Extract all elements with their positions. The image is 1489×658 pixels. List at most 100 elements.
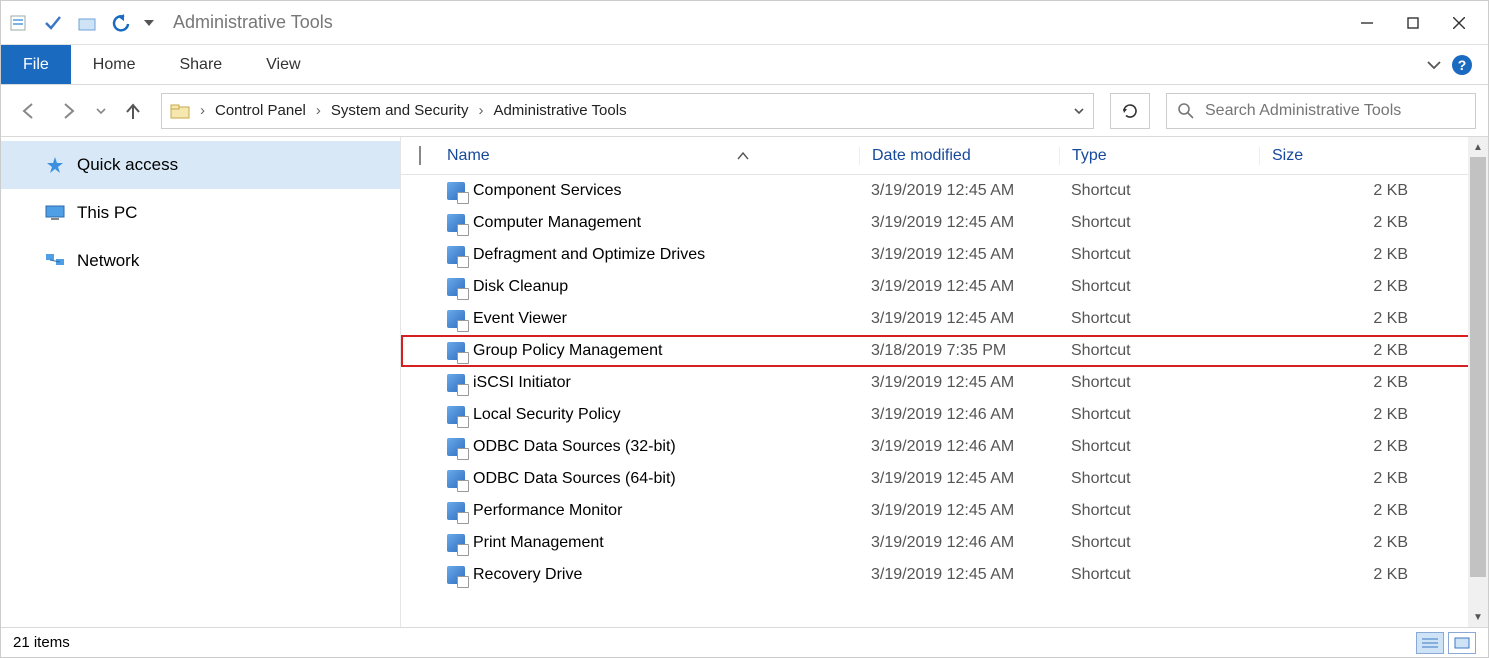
undo-icon[interactable] (109, 11, 133, 35)
checkmark-icon[interactable] (41, 11, 65, 35)
file-name: ODBC Data Sources (32-bit) (473, 438, 859, 456)
file-row[interactable]: Group Policy Management3/18/2019 7:35 PM… (401, 335, 1488, 367)
file-date: 3/19/2019 12:46 AM (859, 406, 1059, 424)
shortcut-icon (447, 566, 473, 584)
select-all-checkbox[interactable] (419, 146, 421, 165)
shortcut-icon (447, 470, 473, 488)
file-name: Computer Management (473, 214, 859, 232)
file-size: 2 KB (1259, 374, 1488, 392)
column-name-label: Name (447, 147, 490, 165)
column-type[interactable]: Type (1059, 147, 1259, 165)
breadcrumb[interactable]: › Control Panel › System and Security › … (161, 93, 1094, 129)
file-row[interactable]: Disk Cleanup3/19/2019 12:45 AMShortcut2 … (401, 271, 1488, 303)
file-date: 3/19/2019 12:46 AM (859, 534, 1059, 552)
file-name: Performance Monitor (473, 502, 859, 520)
file-size: 2 KB (1259, 502, 1488, 520)
file-row[interactable]: ODBC Data Sources (64-bit)3/19/2019 12:4… (401, 463, 1488, 495)
chevron-down-icon[interactable] (1073, 105, 1085, 117)
file-name: Defragment and Optimize Drives (473, 246, 859, 264)
file-row[interactable]: Computer Management3/19/2019 12:45 AMSho… (401, 207, 1488, 239)
details-view-icon[interactable] (1416, 632, 1444, 654)
file-date: 3/18/2019 7:35 PM (859, 342, 1059, 360)
qat-dropdown-icon[interactable] (143, 11, 155, 35)
file-row[interactable]: Recovery Drive3/19/2019 12:45 AMShortcut… (401, 559, 1488, 591)
help-icon[interactable]: ? (1452, 55, 1472, 75)
scroll-thumb[interactable] (1470, 157, 1486, 577)
file-row[interactable]: iSCSI Initiator3/19/2019 12:45 AMShortcu… (401, 367, 1488, 399)
recent-dropdown-icon[interactable] (93, 95, 109, 127)
scroll-down-icon[interactable]: ▼ (1468, 607, 1488, 627)
file-type: Shortcut (1059, 246, 1259, 264)
file-size: 2 KB (1259, 534, 1488, 552)
file-type: Shortcut (1059, 438, 1259, 456)
breadcrumb-segment[interactable]: System and Security (331, 102, 469, 119)
column-size[interactable]: Size (1259, 147, 1488, 165)
file-size: 2 KB (1259, 310, 1488, 328)
explorer-window: Administrative Tools File Home Share Vie… (0, 0, 1489, 658)
file-row[interactable]: Local Security Policy3/19/2019 12:46 AMS… (401, 399, 1488, 431)
file-type: Shortcut (1059, 566, 1259, 584)
search-box[interactable] (1166, 93, 1476, 129)
file-name: iSCSI Initiator (473, 374, 859, 392)
file-name: Local Security Policy (473, 406, 859, 424)
sidebar-item-network[interactable]: Network (1, 237, 400, 285)
file-date: 3/19/2019 12:45 AM (859, 214, 1059, 232)
file-type: Shortcut (1059, 278, 1259, 296)
sidebar-item-quick-access[interactable]: Quick access (1, 141, 400, 189)
network-icon (45, 251, 65, 271)
chevron-right-icon: › (196, 102, 209, 119)
file-row[interactable]: Defragment and Optimize Drives3/19/2019 … (401, 239, 1488, 271)
breadcrumb-segment[interactable]: Administrative Tools (493, 102, 626, 119)
file-list-area: Name Date modified Type Size Component S… (401, 137, 1488, 627)
file-date: 3/19/2019 12:45 AM (859, 470, 1059, 488)
back-button[interactable] (13, 95, 45, 127)
file-name: ODBC Data Sources (64-bit) (473, 470, 859, 488)
file-size: 2 KB (1259, 342, 1488, 360)
folder-small-icon (170, 103, 190, 119)
file-date: 3/19/2019 12:45 AM (859, 502, 1059, 520)
scroll-up-icon[interactable]: ▲ (1468, 137, 1488, 157)
file-row[interactable]: ODBC Data Sources (32-bit)3/19/2019 12:4… (401, 431, 1488, 463)
file-row[interactable]: Event Viewer3/19/2019 12:45 AMShortcut2 … (401, 303, 1488, 335)
file-date: 3/19/2019 12:45 AM (859, 374, 1059, 392)
file-size: 2 KB (1259, 438, 1488, 456)
column-date[interactable]: Date modified (859, 147, 1059, 165)
file-type: Shortcut (1059, 534, 1259, 552)
file-date: 3/19/2019 12:45 AM (859, 182, 1059, 200)
file-row[interactable]: Component Services3/19/2019 12:45 AMShor… (401, 175, 1488, 207)
column-name[interactable]: Name (447, 147, 859, 165)
close-button[interactable] (1436, 7, 1482, 39)
vertical-scrollbar[interactable]: ▲ ▼ (1468, 137, 1488, 627)
maximize-button[interactable] (1390, 7, 1436, 39)
tab-view[interactable]: View (244, 45, 322, 84)
chevron-right-icon: › (474, 102, 487, 119)
file-size: 2 KB (1259, 246, 1488, 264)
search-icon (1177, 102, 1195, 120)
shortcut-icon (447, 406, 473, 424)
shortcut-icon (447, 342, 473, 360)
file-name: Recovery Drive (473, 566, 859, 584)
up-button[interactable] (117, 95, 149, 127)
tab-share[interactable]: Share (157, 45, 244, 84)
minimize-button[interactable] (1344, 7, 1390, 39)
thumbnails-view-icon[interactable] (1448, 632, 1476, 654)
folder-icon[interactable] (75, 11, 99, 35)
breadcrumb-segment[interactable]: Control Panel (215, 102, 306, 119)
window-title: Administrative Tools (173, 12, 333, 33)
refresh-button[interactable] (1110, 93, 1150, 129)
rows-container: Component Services3/19/2019 12:45 AMShor… (401, 175, 1488, 627)
ribbon-collapse-icon[interactable] (1426, 57, 1442, 73)
file-type: Shortcut (1059, 182, 1259, 200)
properties-icon[interactable] (7, 11, 31, 35)
quick-access-toolbar (7, 11, 155, 35)
tab-home[interactable]: Home (71, 45, 158, 84)
sidebar-item-label: Quick access (77, 155, 178, 175)
forward-button[interactable] (53, 95, 85, 127)
shortcut-icon (447, 278, 473, 296)
file-type: Shortcut (1059, 214, 1259, 232)
tab-file[interactable]: File (1, 45, 71, 84)
search-input[interactable] (1205, 102, 1465, 120)
file-row[interactable]: Performance Monitor3/19/2019 12:45 AMSho… (401, 495, 1488, 527)
sidebar-item-this-pc[interactable]: This PC (1, 189, 400, 237)
file-row[interactable]: Print Management3/19/2019 12:46 AMShortc… (401, 527, 1488, 559)
